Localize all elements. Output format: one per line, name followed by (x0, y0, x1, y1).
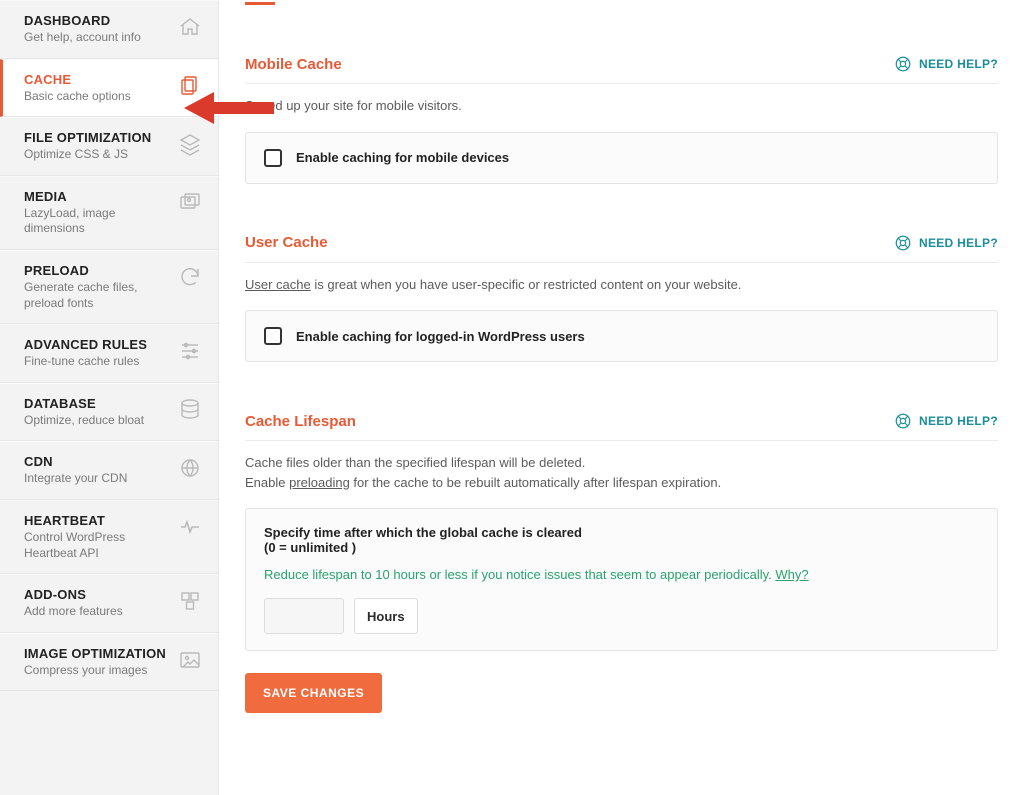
sidebar-item-subtitle: Compress your images (24, 663, 172, 679)
sidebar-item-subtitle: Basic cache options (24, 89, 172, 105)
help-label: NEED HELP? (919, 57, 998, 71)
user-cache-link[interactable]: User cache (245, 277, 311, 292)
refresh-icon (178, 265, 202, 289)
desc-line-1: Cache files older than the specified lif… (245, 453, 998, 473)
checkbox-label: Enable caching for logged-in WordPress u… (296, 329, 585, 344)
hint-text: Reduce lifespan to 10 hours or less if y… (264, 567, 775, 582)
section-user-cache: User Cache NEED HELP? User cache is grea… (245, 234, 998, 363)
help-label: NEED HELP? (919, 414, 998, 428)
sidebar-item-title: FILE OPTIMIZATION (24, 130, 172, 145)
lifebuoy-icon (894, 234, 912, 252)
sidebar-item-subtitle: LazyLoad, image dimensions (24, 206, 172, 237)
home-icon (178, 15, 202, 39)
sidebar-item-title: PRELOAD (24, 263, 172, 278)
sidebar-item-media[interactable]: MEDIA LazyLoad, image dimensions (0, 176, 218, 250)
sidebar-item-subtitle: Fine-tune cache rules (24, 354, 172, 370)
sidebar-item-cache[interactable]: CACHE Basic cache options (0, 59, 218, 118)
divider (245, 440, 998, 441)
sidebar-item-subtitle: Get help, account info (24, 30, 172, 46)
lifespan-value-input[interactable] (264, 598, 344, 634)
gallery-icon (178, 191, 202, 215)
sidebar-item-image-optimization[interactable]: IMAGE OPTIMIZATION Compress your images (0, 633, 218, 692)
section-title: Mobile Cache (245, 56, 342, 73)
checkbox-label: Enable caching for mobile devices (296, 150, 509, 165)
desc-line-2-prefix: Enable (245, 475, 289, 490)
sidebar-item-advanced-rules[interactable]: ADVANCED RULES Fine-tune cache rules (0, 324, 218, 383)
divider (245, 83, 998, 84)
section-description: Cache files older than the specified lif… (245, 453, 998, 492)
mobile-cache-checkbox[interactable] (264, 149, 282, 167)
sidebar-item-title: MEDIA (24, 189, 172, 204)
sidebar-item-title: CACHE (24, 72, 172, 87)
why-link[interactable]: Why? (775, 567, 808, 582)
sidebar: DASHBOARD Get help, account info CACHE B… (0, 0, 219, 795)
sidebar-item-subtitle: Add more features (24, 604, 172, 620)
sidebar-item-title: HEARTBEAT (24, 513, 172, 528)
lifebuoy-icon (894, 55, 912, 73)
preloading-link[interactable]: preloading (289, 475, 350, 490)
sidebar-item-title: ADVANCED RULES (24, 337, 172, 352)
section-description: User cache is great when you have user-s… (245, 275, 998, 295)
lifespan-box-title: Specify time after which the global cach… (264, 525, 979, 540)
save-changes-button[interactable]: SAVE CHANGES (245, 673, 382, 713)
lifespan-box-sub: (0 = unlimited ) (264, 540, 979, 555)
sidebar-item-add-ons[interactable]: ADD-ONS Add more features (0, 574, 218, 633)
lifebuoy-icon (894, 412, 912, 430)
layers-icon (178, 132, 202, 156)
sidebar-item-subtitle: Optimize, reduce bloat (24, 413, 172, 429)
main-content: Mobile Cache NEED HELP? Speed up your si… (219, 0, 1024, 795)
lifespan-unit-select[interactable]: Hours (354, 598, 418, 634)
sidebar-item-subtitle: Integrate your CDN (24, 471, 172, 487)
sidebar-item-title: DATABASE (24, 396, 172, 411)
cubes-icon (178, 589, 202, 613)
section-title: User Cache (245, 234, 328, 251)
user-cache-checkbox[interactable] (264, 327, 282, 345)
active-tab-indicator (245, 2, 275, 5)
section-mobile-cache: Mobile Cache NEED HELP? Speed up your si… (245, 55, 998, 184)
sidebar-item-subtitle: Control WordPress Heartbeat API (24, 530, 172, 561)
lifespan-hint: Reduce lifespan to 10 hours or less if y… (264, 567, 979, 582)
section-description: Speed up your site for mobile visitors. (245, 96, 998, 116)
files-icon (178, 74, 202, 98)
sidebar-item-heartbeat[interactable]: HEARTBEAT Control WordPress Heartbeat AP… (0, 500, 218, 574)
sliders-icon (178, 339, 202, 363)
section-title: Cache Lifespan (245, 413, 356, 430)
sidebar-item-file-optimization[interactable]: FILE OPTIMIZATION Optimize CSS & JS (0, 117, 218, 176)
heartbeat-icon (178, 515, 202, 539)
section-cache-lifespan: Cache Lifespan NEED HELP? Cache files ol… (245, 412, 998, 651)
divider (245, 262, 998, 263)
need-help-link[interactable]: NEED HELP? (894, 55, 998, 73)
option-box: Specify time after which the global cach… (245, 508, 998, 651)
desc-rest: is great when you have user-specific or … (311, 277, 742, 292)
sidebar-item-title: DASHBOARD (24, 13, 172, 28)
option-box: Enable caching for logged-in WordPress u… (245, 310, 998, 362)
need-help-link[interactable]: NEED HELP? (894, 412, 998, 430)
sidebar-item-title: ADD-ONS (24, 587, 172, 602)
need-help-link[interactable]: NEED HELP? (894, 234, 998, 252)
sidebar-item-title: CDN (24, 454, 172, 469)
database-icon (178, 398, 202, 422)
sidebar-item-preload[interactable]: PRELOAD Generate cache files, preload fo… (0, 250, 218, 324)
globe-icon (178, 456, 202, 480)
sidebar-item-database[interactable]: DATABASE Optimize, reduce bloat (0, 383, 218, 442)
help-label: NEED HELP? (919, 236, 998, 250)
sidebar-item-title: IMAGE OPTIMIZATION (24, 646, 172, 661)
sidebar-item-cdn[interactable]: CDN Integrate your CDN (0, 441, 218, 500)
sidebar-item-subtitle: Generate cache files, preload fonts (24, 280, 172, 311)
option-box: Enable caching for mobile devices (245, 132, 998, 184)
desc-line-2-rest: for the cache to be rebuilt automaticall… (350, 475, 721, 490)
sidebar-item-dashboard[interactable]: DASHBOARD Get help, account info (0, 0, 218, 59)
image-icon (178, 648, 202, 672)
sidebar-item-subtitle: Optimize CSS & JS (24, 147, 172, 163)
